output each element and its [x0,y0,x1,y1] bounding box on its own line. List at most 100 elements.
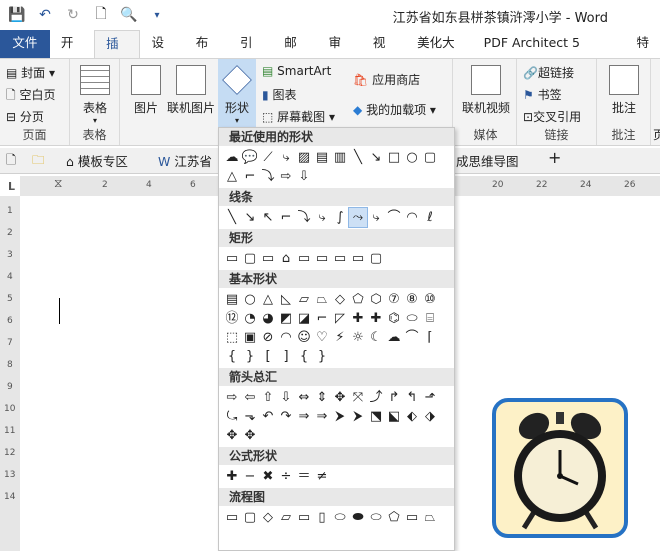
table-button[interactable]: 表格 ▾ [78,65,112,125]
screenshot-button[interactable]: ⬚ 屏幕截图 ▾ [262,108,335,125]
redo-icon[interactable]: ↻ [62,7,84,23]
shape-item[interactable]: ⌂ [277,249,295,268]
shape-item[interactable]: { [295,347,313,366]
doc-tab-template[interactable]: ⌂ 模板专区 [66,151,128,170]
tab-selector[interactable]: L [8,180,15,193]
shape-item[interactable]: ⬎ [241,407,259,426]
shape-item[interactable]: ⮞ [331,407,349,426]
shape-item[interactable]: ⇩ [295,167,313,186]
shape-item[interactable]: ↷ [277,407,295,426]
my-addins-button[interactable]: ◆ 我的加载项 ▾ [353,101,436,118]
shapes-button[interactable]: 形状 ▾ [218,59,256,129]
customize-icon[interactable]: ▾ [146,10,168,21]
print-preview-icon[interactable]: 🔍 [118,7,140,23]
shape-item[interactable]: ⤵ [295,208,313,227]
shape-item[interactable]: ⑦ [385,290,403,309]
cover-button[interactable]: ▤ 封面 ▾ [6,64,55,81]
tab-more[interactable]: 特 [626,30,660,58]
undo-icon[interactable]: ↶ [34,7,56,23]
add-tab-button[interactable]: + [548,148,561,167]
shape-item[interactable]: 💬 [241,148,259,167]
shape-item[interactable]: ◪ [295,309,313,328]
hyperlink-button[interactable]: 🔗超链接 [523,64,574,81]
smartart-button[interactable]: ▤ SmartArt [262,64,331,78]
shape-item[interactable]: ⮞ [349,407,367,426]
tab-view[interactable]: 视图 [362,30,406,76]
shape-item[interactable]: ⬕ [385,407,403,426]
shape-item[interactable]: ☾ [367,328,385,347]
shape-item[interactable]: ○ [403,148,421,167]
tab-file[interactable]: 文件 [0,30,50,58]
tab-layout[interactable]: 布局 [185,30,229,76]
shape-item[interactable]: ⤷ [277,148,295,167]
shape-item[interactable]: ⇕ [313,388,331,407]
tab-design[interactable]: 设计 [140,30,184,76]
comment-button[interactable]: 批注 [605,65,643,116]
shape-item[interactable]: ÷ [277,467,295,486]
shape-item[interactable]: ↶ [259,407,277,426]
shape-item[interactable]: ⬭ [331,508,349,527]
shape-item[interactable]: ◇ [331,290,349,309]
bookmark-button[interactable]: ⚑ 书签 [523,86,562,103]
shape-item[interactable]: ◺ [277,290,295,309]
shape-item[interactable]: ▭ [259,249,277,268]
shape-item[interactable]: ▭ [223,249,241,268]
doc-tab-mindmap[interactable]: 成思维导图 [456,151,519,170]
tab-home[interactable]: 开始 [50,30,94,76]
shape-item[interactable]: ⤷ [313,208,331,227]
shape-item[interactable]: ⤴ [367,388,385,407]
shape-item[interactable]: ◠ [277,328,295,347]
shape-item[interactable]: ⌐ [313,309,331,328]
shape-item[interactable]: △ [259,290,277,309]
shape-item[interactable]: ✖ [259,467,277,486]
shape-item[interactable]: ◇ [259,508,277,527]
shape-item[interactable]: ≠ [313,467,331,486]
tab-pdf-architect[interactable]: PDF Architect 5 Creator [473,30,626,76]
tab-review[interactable]: 审阅 [318,30,362,76]
shape-item[interactable]: ⬏ [421,388,439,407]
blank-page-button[interactable]: 🗋 空白页 [6,86,55,107]
shape-item[interactable]: ↰ [403,388,421,407]
shape-item[interactable]: ⌬ [385,309,403,328]
shape-item[interactable]: ○ [241,290,259,309]
shape-item[interactable]: ✚ [223,467,241,486]
shape-item[interactable]: ⌈ [421,328,439,347]
shape-item[interactable]: ⇒ [295,407,313,426]
shape-item[interactable]: ⇧ [259,388,277,407]
shape-item[interactable]: ⑫ [223,309,241,328]
shape-item[interactable]: ⇔ [295,388,313,407]
shape-item[interactable]: ⇨ [277,167,295,186]
shape-item[interactable]: ] [277,347,295,366]
shape-item[interactable]: ▤ [313,148,331,167]
shape-item[interactable]: ▱ [295,290,313,309]
tab-mailings[interactable]: 邮件 [273,30,317,76]
shape-item[interactable]: ╲ [349,148,367,167]
shape-item[interactable]: ▭ [313,249,331,268]
shape-item[interactable]: ▢ [241,249,259,268]
new-tab-icon[interactable]: 🗋 [6,151,16,172]
shape-item[interactable]: ⌸ [421,309,439,328]
shape-item[interactable]: ⌐ [241,167,259,186]
picture-button[interactable]: 图片 [128,65,164,116]
shape-item[interactable]: ∫ [331,208,349,227]
shape-item[interactable]: ⤧ [349,388,367,407]
shape-item[interactable]: ⌒ [385,208,403,227]
shape-item[interactable]: ⊘ [259,328,277,347]
shape-item[interactable]: ▭ [331,249,349,268]
shape-item[interactable]: ℓ [421,208,439,227]
shape-item[interactable]: ＝ [295,467,313,486]
shape-item[interactable]: ↱ [385,388,403,407]
shape-item[interactable]: ⟋ [259,148,277,167]
chart-button[interactable]: ▮ 图表 [262,86,296,103]
shape-item[interactable]: } [313,347,331,366]
shape-item[interactable]: ▭ [403,508,421,527]
shape-item[interactable]: − [241,467,259,486]
shape-item[interactable]: ⇦ [241,388,259,407]
shape-item[interactable]: ▯ [313,508,331,527]
indent-marker[interactable]: ⧖ [54,176,62,191]
shape-item[interactable]: ◕ [259,309,277,328]
shape-item[interactable]: ▭ [295,508,313,527]
shape-item[interactable]: ⌐ [277,208,295,227]
shape-item[interactable]: ✚ [367,309,385,328]
shape-item[interactable]: ◠ [403,208,421,227]
